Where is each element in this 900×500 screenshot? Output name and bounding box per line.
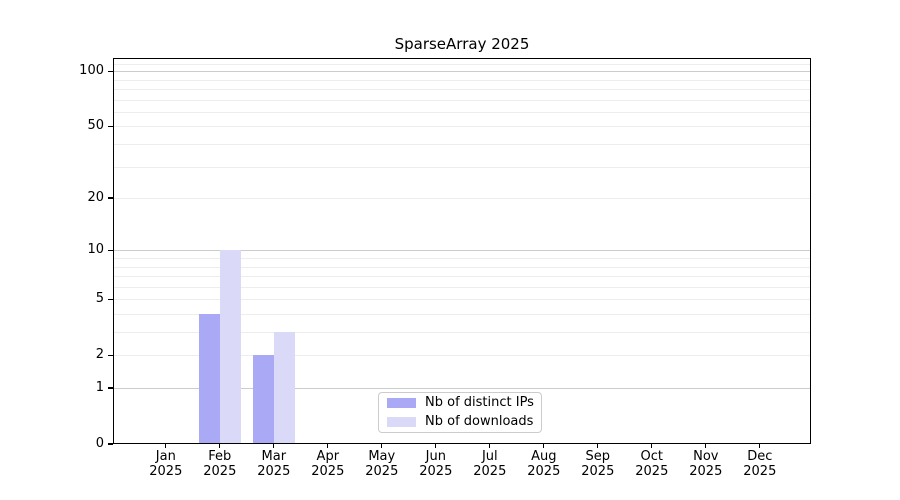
y-gridline-minor bbox=[113, 276, 811, 277]
y-tick-label: 0 bbox=[4, 436, 104, 452]
legend-item-downloads: Nb of downloads bbox=[387, 414, 541, 431]
x-tick-mark bbox=[165, 444, 166, 448]
y-tick-mark bbox=[108, 71, 113, 72]
bar-distinct-ips bbox=[199, 314, 220, 444]
x-tick-mark bbox=[597, 444, 598, 448]
x-tick-mark bbox=[543, 444, 544, 448]
y-tick-label: 1 bbox=[4, 380, 104, 396]
x-tick-year: 2025 bbox=[728, 464, 792, 479]
y-gridline-minor bbox=[113, 198, 811, 199]
plot-area bbox=[113, 58, 811, 444]
x-tick-mark bbox=[273, 444, 274, 448]
y-gridline-major bbox=[113, 250, 811, 251]
y-tick-label: 2 bbox=[4, 347, 104, 363]
y-gridline-minor bbox=[113, 167, 811, 168]
y-gridline-minor bbox=[113, 64, 811, 65]
x-tick-mark bbox=[651, 444, 652, 448]
legend-label-downloads: Nb of downloads bbox=[425, 414, 533, 430]
x-tick-mark bbox=[381, 444, 382, 448]
y-tick-label: 5 bbox=[4, 291, 104, 307]
y-gridline-minor bbox=[113, 126, 811, 127]
figure: SparseArray 2025 0125102050100Jan2025Feb… bbox=[0, 0, 900, 500]
y-gridline-minor bbox=[113, 267, 811, 268]
y-gridline-minor bbox=[113, 258, 811, 259]
legend-swatch-distinct-ips bbox=[387, 398, 416, 408]
y-tick-label: 50 bbox=[4, 118, 104, 134]
chart-title: SparseArray 2025 bbox=[113, 35, 811, 53]
legend-label-distinct-ips: Nb of distinct IPs bbox=[425, 395, 534, 411]
y-gridline-minor bbox=[113, 287, 811, 288]
y-gridline-minor bbox=[113, 89, 811, 90]
y-tick-label: 20 bbox=[4, 190, 104, 206]
y-tick-mark bbox=[108, 355, 113, 356]
x-tick-mark bbox=[327, 444, 328, 448]
x-tick-mark bbox=[489, 444, 490, 448]
x-tick-mark bbox=[219, 444, 220, 448]
y-tick-label: 10 bbox=[4, 242, 104, 258]
bar-downloads bbox=[274, 332, 295, 444]
y-tick-mark bbox=[108, 443, 113, 444]
x-tick-mark bbox=[435, 444, 436, 448]
bar-distinct-ips bbox=[253, 355, 274, 444]
y-gridline-minor bbox=[113, 100, 811, 101]
legend-item-distinct-ips: Nb of distinct IPs bbox=[387, 395, 541, 412]
y-tick-mark bbox=[108, 387, 113, 388]
y-tick-label: 100 bbox=[4, 63, 104, 79]
y-gridline-minor bbox=[113, 80, 811, 81]
y-gridline-major bbox=[113, 71, 811, 72]
y-gridline-minor bbox=[113, 144, 811, 145]
x-tick-label: Dec2025 bbox=[728, 449, 792, 479]
y-tick-mark bbox=[108, 299, 113, 300]
x-tick-month: Dec bbox=[728, 449, 792, 464]
y-gridline-minor bbox=[113, 112, 811, 113]
x-tick-mark bbox=[705, 444, 706, 448]
y-gridline-minor bbox=[113, 299, 811, 300]
legend: Nb of distinct IPs Nb of downloads bbox=[378, 392, 542, 433]
y-tick-mark bbox=[108, 197, 113, 198]
y-tick-mark bbox=[108, 250, 113, 251]
y-tick-mark bbox=[108, 126, 113, 127]
bar-downloads bbox=[220, 250, 241, 444]
legend-swatch-downloads bbox=[387, 417, 416, 427]
x-tick-mark bbox=[759, 444, 760, 448]
